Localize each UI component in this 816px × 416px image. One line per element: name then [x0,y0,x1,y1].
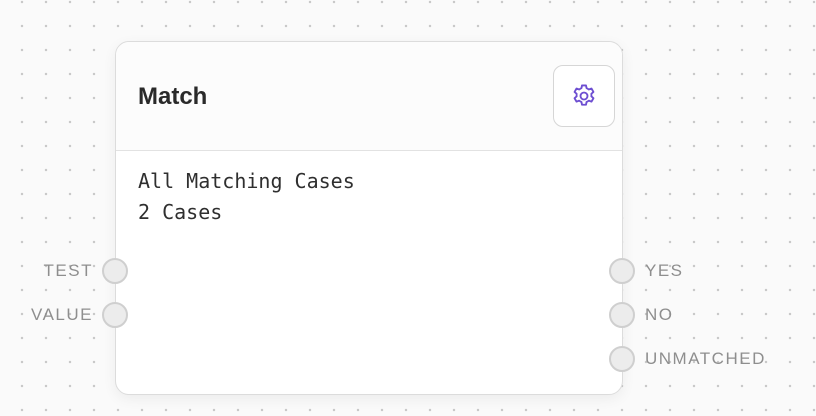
output-port-unmatched[interactable] [609,346,635,372]
input-port-value[interactable] [102,302,128,328]
output-label-yes: YES [645,261,684,280]
input-port-test[interactable] [102,258,128,284]
input-label-value: VALUE [31,305,93,324]
settings-button[interactable] [553,65,615,127]
gear-icon [573,84,595,106]
node-header: Match [116,42,622,151]
node-summary-line: All Matching Cases [138,169,355,193]
node-case-count: 2 Cases [138,200,223,224]
output-label-unmatched: UNMATCHED [645,349,766,368]
node-title: Match [138,83,208,110]
node-body: All Matching Cases 2 Cases [138,166,355,228]
input-label-test: TEST [43,261,93,280]
match-node[interactable]: Match All Matching Cases 2 Cases [115,41,623,395]
output-port-yes[interactable] [609,258,635,284]
output-port-no[interactable] [609,302,635,328]
output-label-no: NO [645,305,674,324]
